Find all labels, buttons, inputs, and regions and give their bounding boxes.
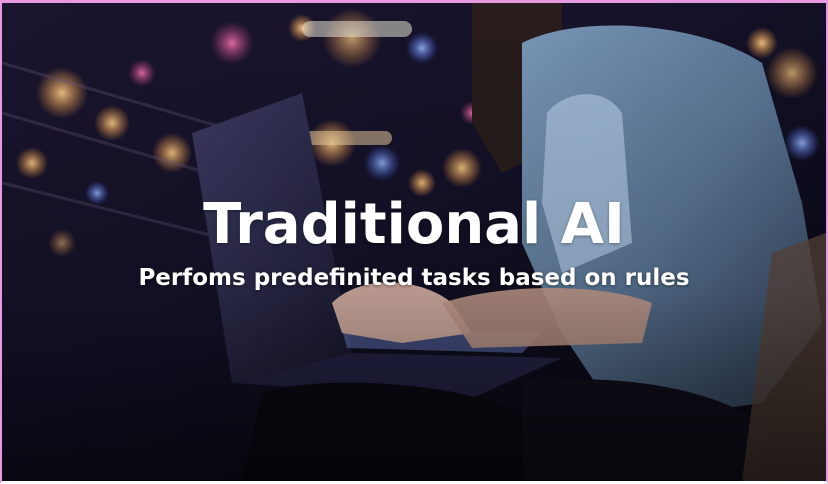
slide-subtitle: Perfoms predefinited tasks based on rule… [138, 265, 690, 291]
slide-frame: Traditional AI Perfoms predefinited task… [0, 0, 828, 484]
slide-title: Traditional AI [203, 192, 625, 257]
